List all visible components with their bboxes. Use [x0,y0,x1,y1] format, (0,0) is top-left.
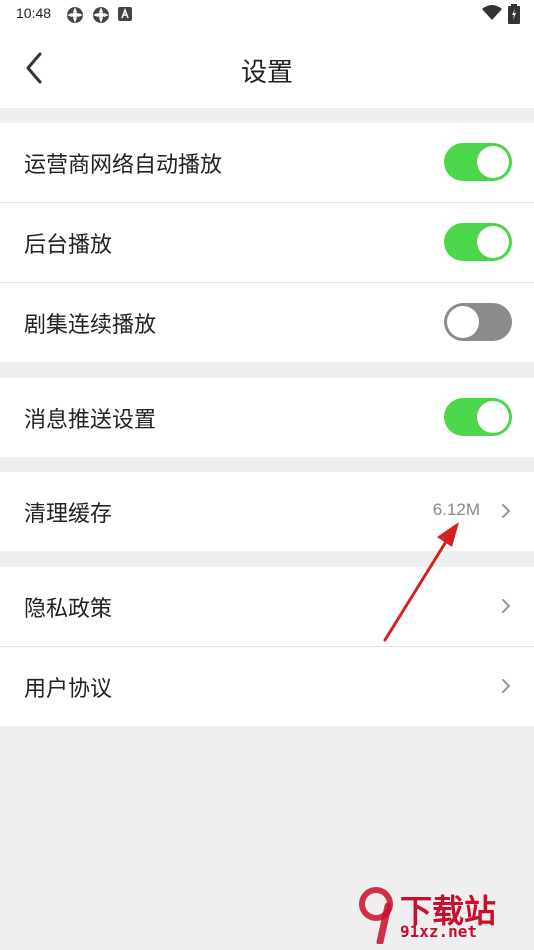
toggle-knob [447,306,479,338]
background-play-toggle[interactable] [444,223,512,261]
push-notifications-toggle[interactable] [444,398,512,436]
setting-label: 用户协议 [24,677,113,702]
app-notification-icon [93,7,109,23]
toggle-knob [477,146,509,178]
app-notification-icon [67,7,83,23]
cache-size-value: 6.12M [432,500,480,519]
setting-row-clear-cache[interactable]: 清理缓存 6.12M [0,472,534,551]
setting-label: 消息推送设置 [24,408,157,433]
cache-settings-group: 清理缓存 6.12M [0,472,534,551]
carrier-autoplay-toggle[interactable] [444,143,512,181]
setting-row-background-play[interactable]: 后台播放 [0,202,534,282]
toggle-knob [477,226,509,258]
status-time: 10:48 [16,5,52,21]
watermark-logo: 下载站 91xz.net [356,886,526,946]
page-title: 设置 [240,58,293,88]
chevron-right-icon [502,504,511,518]
setting-row-user-agreement[interactable]: 用户协议 [0,646,534,726]
chevron-right-icon [502,599,511,613]
setting-label: 隐私政策 [24,597,113,622]
playback-settings-group: 运营商网络自动播放 后台播放 剧集连续播放 [0,123,534,362]
notification-settings-group: 消息推送设置 [0,378,534,457]
watermark-url: 91xz.net [400,922,478,941]
setting-row-push-notifications[interactable]: 消息推送设置 [0,378,534,457]
toggle-knob [477,401,509,433]
status-bar: 10:48 [0,0,534,28]
setting-row-carrier-autoplay[interactable]: 运营商网络自动播放 [0,123,534,202]
wifi-icon [482,5,502,20]
watermark-logo-icon [359,887,393,944]
continuous-play-toggle[interactable] [444,303,512,341]
font-badge-icon [118,7,132,21]
setting-label: 剧集连续播放 [24,313,157,338]
battery-icon [508,4,520,24]
setting-row-privacy-policy[interactable]: 隐私政策 [0,567,534,646]
chevron-right-icon [502,679,511,693]
legal-group: 隐私政策 用户协议 [0,567,534,726]
setting-label: 运营商网络自动播放 [24,153,223,178]
setting-row-continuous-play[interactable]: 剧集连续播放 [0,282,534,362]
setting-label: 清理缓存 [24,502,113,527]
app-header: 设置 [0,28,534,108]
setting-label: 后台播放 [24,233,113,258]
